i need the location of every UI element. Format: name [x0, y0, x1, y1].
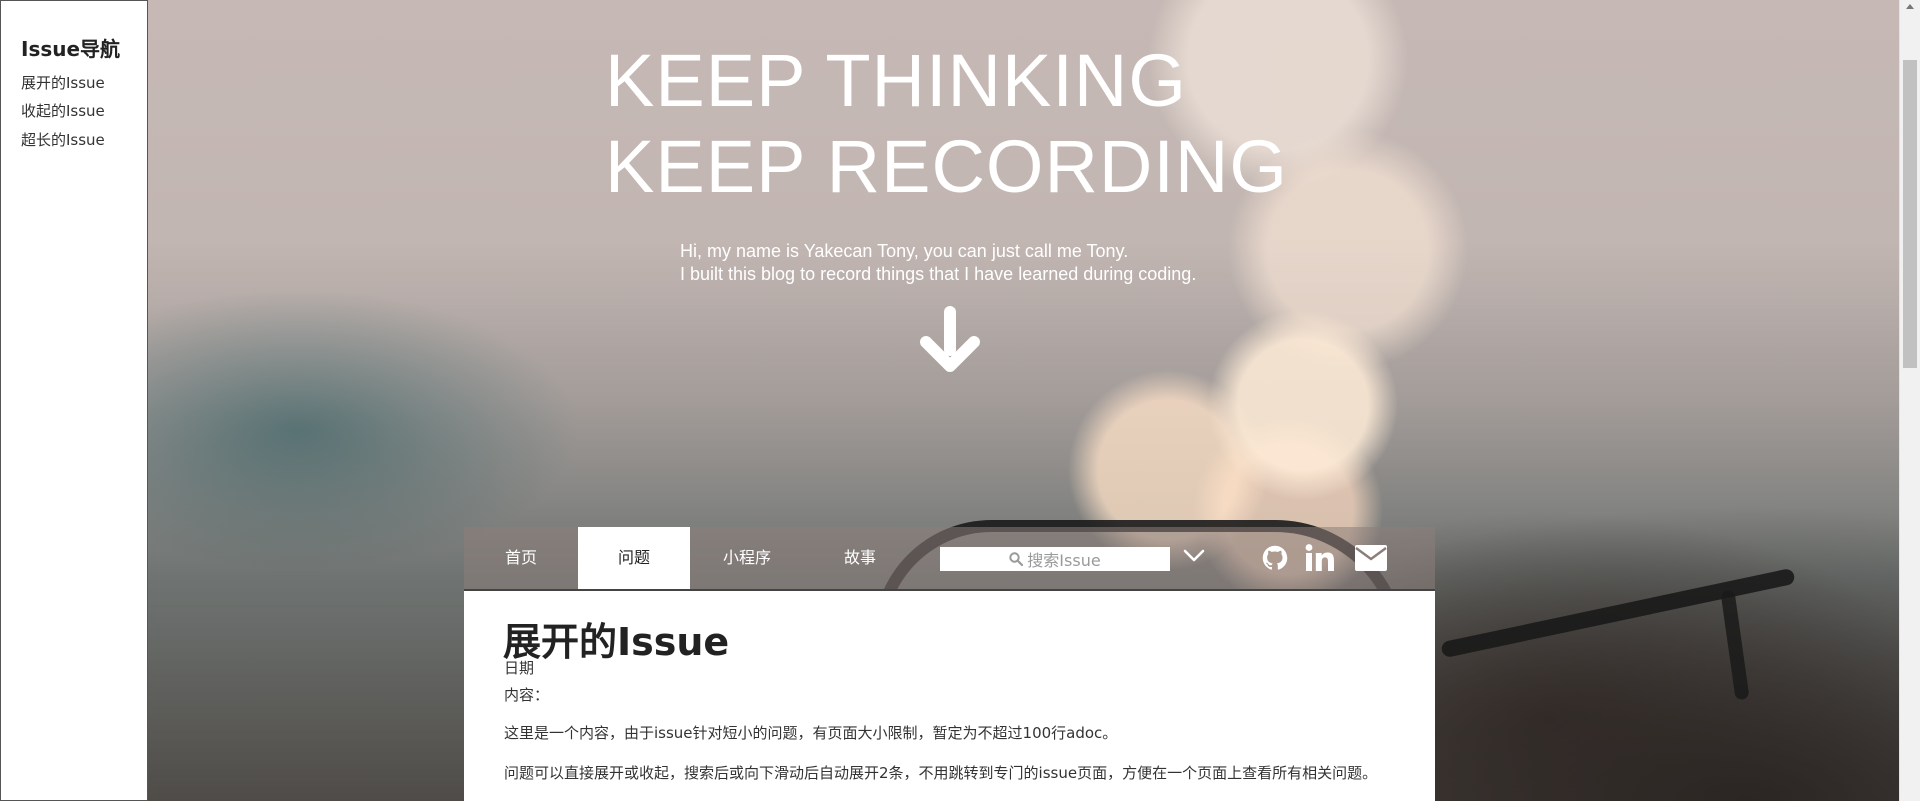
tab-issues[interactable]: 问题: [578, 527, 690, 589]
issue-paragraph-1: 这里是一个内容，由于issue针对短小的问题，有页面大小限制，暂定为不超过100…: [504, 724, 1118, 742]
hero-subtitle: Hi, my name is Yakecan Tony, you can jus…: [680, 240, 1196, 286]
issue-paragraph-2: 问题可以直接展开或收起，搜索后或向下滑动后自动展开2条，不用跳转到专门的issu…: [504, 764, 1378, 782]
glasses-arm: [1440, 567, 1796, 659]
hero-title-line1: KEEP THINKING: [605, 39, 1187, 122]
issue-title: 展开的Issue: [503, 620, 730, 664]
mail-icon[interactable]: [1354, 542, 1388, 574]
linkedin-icon[interactable]: [1304, 542, 1334, 574]
glasses-leg: [1720, 589, 1750, 701]
chevron-down-icon[interactable]: [1183, 549, 1205, 563]
search-placeholder: 搜索Issue: [1027, 551, 1101, 570]
hero-title: KEEP THINKING KEEP RECORDING: [605, 38, 1288, 210]
scroll-thumb[interactable]: [1903, 60, 1917, 368]
sidebar-title: Issue导航: [21, 37, 121, 61]
page-scrollbar[interactable]: [1899, 0, 1920, 801]
issue-card: 展开的Issue 日期 内容： 这里是一个内容，由于issue针对短小的问题，有…: [464, 591, 1435, 801]
github-icon[interactable]: [1261, 542, 1289, 574]
issue-content-label: 内容：: [504, 686, 550, 704]
sidebar-item-long-issue[interactable]: 超长的Issue: [21, 129, 105, 150]
issue-date-label: 日期: [504, 659, 535, 677]
hero-subtitle-line1: Hi, my name is Yakecan Tony, you can jus…: [680, 241, 1129, 261]
tab-stories[interactable]: 故事: [804, 527, 916, 589]
main-nav-bar: 首页 问题 小程序 故事 搜索Issue: [464, 527, 1435, 591]
search-icon: [1009, 552, 1024, 566]
hero-title-line2: KEEP RECORDING: [605, 125, 1288, 208]
tab-mini-program[interactable]: 小程序: [690, 527, 804, 589]
issue-navigation-sidebar: Issue导航 展开的Issue 收起的Issue 超长的Issue: [0, 0, 148, 801]
sidebar-item-expanded-issue[interactable]: 展开的Issue: [21, 72, 105, 93]
search-input[interactable]: 搜索Issue: [940, 547, 1170, 571]
tab-home[interactable]: 首页: [464, 527, 578, 589]
scroll-up-icon[interactable]: [1906, 4, 1914, 9]
sidebar-item-collapsed-issue[interactable]: 收起的Issue: [21, 100, 105, 121]
arrow-down-icon[interactable]: [918, 304, 982, 374]
hero-subtitle-line2: I built this blog to record things that …: [680, 264, 1197, 284]
